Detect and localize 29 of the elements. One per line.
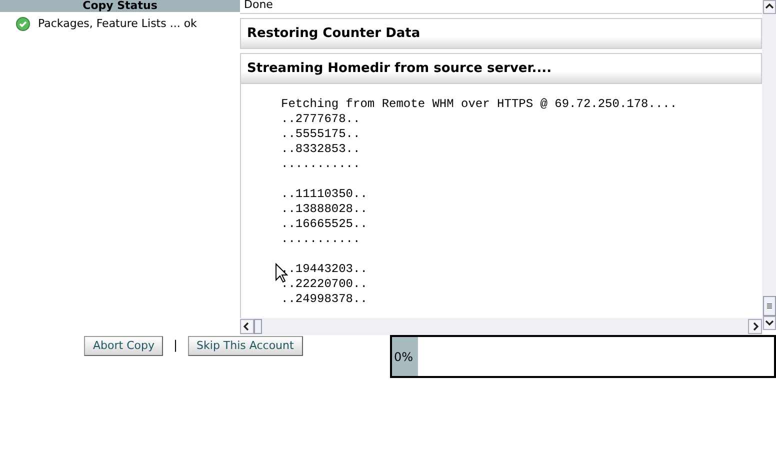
- scroll-up-icon[interactable]: [762, 0, 776, 14]
- scroll-down-icon[interactable]: [762, 316, 776, 330]
- section-header: Streaming Homedir from source server....: [240, 53, 762, 84]
- log-line: ..2777678..: [281, 112, 362, 127]
- panel-title: Copy Status: [0, 0, 240, 12]
- scroll-left-icon[interactable]: [240, 319, 254, 334]
- log-line: ..24998378..: [281, 292, 368, 307]
- scroll-right-icon[interactable]: [748, 319, 762, 334]
- separator: |: [172, 337, 179, 354]
- log-line: Fetching from Remote WHM over HTTPS @ 69.72.250.178....: [281, 97, 678, 112]
- log-line: ..11110350..: [281, 187, 368, 202]
- section-header: Restoring Counter Data: [240, 18, 762, 49]
- status-text: Done: [240, 0, 762, 14]
- scroll-thumb-icon[interactable]: [254, 319, 262, 334]
- log-line: ...........: [281, 157, 362, 172]
- log-line: ..22220700..: [281, 277, 368, 292]
- status-item: Packages, Feature Lists ... ok: [38, 16, 197, 32]
- log-line: ..5555175..: [281, 127, 362, 142]
- progress-percent: 0%: [393, 348, 414, 366]
- vertical-scrollbar[interactable]: [762, 0, 776, 330]
- log-line: ..16665525..: [281, 217, 368, 232]
- action-button[interactable]: Abort Copy: [84, 336, 164, 356]
- log-line: ..13888028..: [281, 202, 368, 217]
- horizontal-scrollbar[interactable]: [240, 318, 762, 335]
- log-line: ...........: [281, 232, 362, 247]
- scroll-thumb-icon[interactable]: [762, 296, 776, 316]
- log-line: ..8332853..: [281, 142, 362, 157]
- action-button[interactable]: Skip This Account: [188, 336, 303, 356]
- log-line: ..19443203..: [281, 262, 368, 277]
